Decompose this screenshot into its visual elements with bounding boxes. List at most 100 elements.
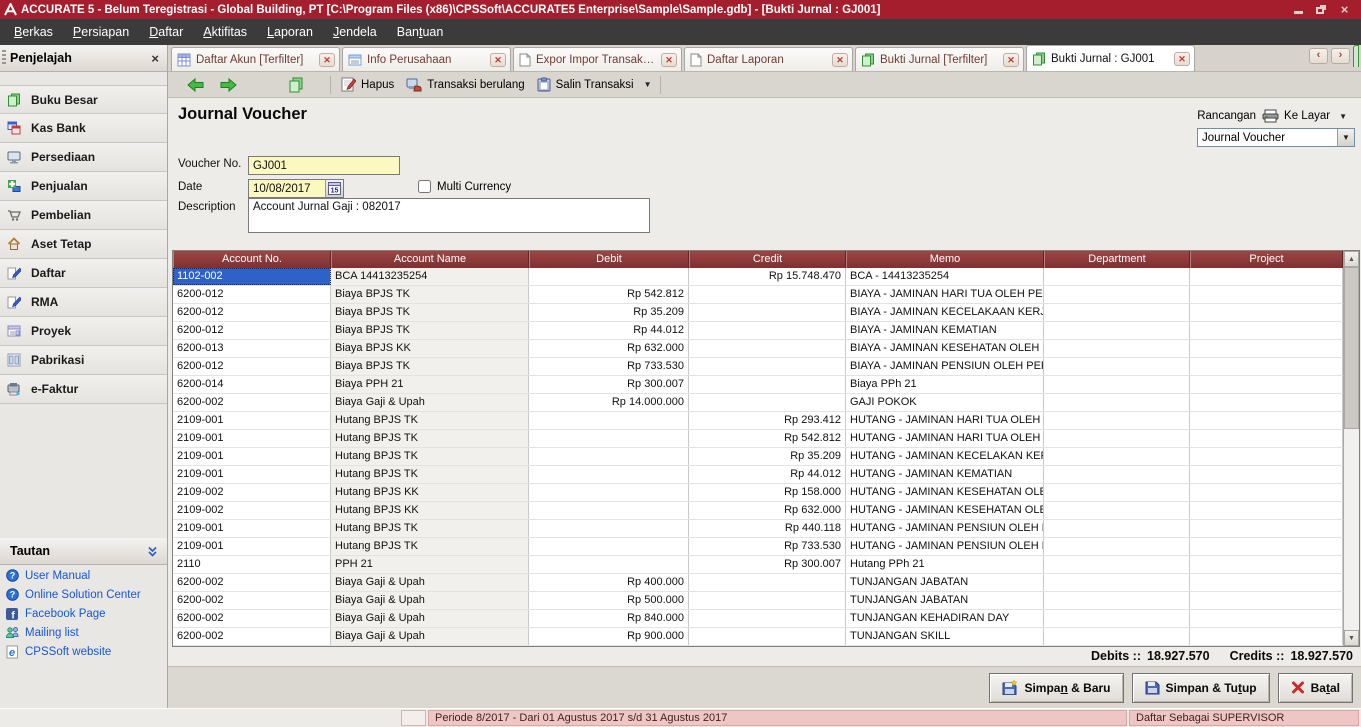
report-template-select[interactable]: Journal Voucher ▼ bbox=[1197, 128, 1355, 147]
cell-project[interactable] bbox=[1190, 502, 1343, 519]
cell-memo[interactable]: HUTANG - JAMINAN KESEHATAN OLEH bbox=[846, 484, 1044, 501]
cell-credit[interactable] bbox=[689, 376, 846, 393]
cell-project[interactable] bbox=[1190, 628, 1343, 645]
tab-bukti-jurnal-gj001[interactable]: Bukti Jurnal : GJ001✕ bbox=[1026, 45, 1195, 71]
cell-account-no[interactable]: 2109-002 bbox=[173, 484, 331, 501]
batal-button[interactable]: Batal bbox=[1278, 673, 1353, 703]
menu-item-persiapan[interactable]: Persiapan bbox=[63, 21, 139, 43]
scrollbar-thumb[interactable] bbox=[1344, 267, 1359, 429]
sidebar-item-rma[interactable]: RMA bbox=[0, 288, 167, 317]
cell-memo[interactable]: HUTANG - JAMINAN KEMATIAN bbox=[846, 466, 1044, 483]
sidebar-item-persediaan[interactable]: Persediaan bbox=[0, 143, 167, 172]
cell-account-name[interactable]: Biaya Gaji & Upah bbox=[331, 628, 529, 645]
cell-memo[interactable]: HUTANG - JAMINAN PENSIUN OLEH K bbox=[846, 520, 1044, 537]
cell-department[interactable] bbox=[1044, 502, 1190, 519]
cell-account-name[interactable]: PPH 21 bbox=[331, 556, 529, 573]
column-header-project[interactable]: Project bbox=[1190, 251, 1343, 268]
cell-account-name[interactable]: Biaya Gaji & Upah bbox=[331, 394, 529, 411]
cell-memo[interactable]: TUNJANGAN KEHADIRAN DAY bbox=[846, 610, 1044, 627]
cell-credit[interactable] bbox=[689, 358, 846, 375]
cell-account-name[interactable]: Biaya Gaji & Upah bbox=[331, 574, 529, 591]
close-button[interactable]: × bbox=[1338, 4, 1351, 15]
cell-account-name[interactable]: BCA 14413235254 bbox=[331, 268, 529, 285]
cell-credit[interactable]: Rp 44.012 bbox=[689, 466, 846, 483]
cell-department[interactable] bbox=[1044, 574, 1190, 591]
cell-account-no[interactable]: 1102-002 bbox=[173, 268, 331, 285]
copy-voucher-button[interactable] bbox=[282, 75, 310, 95]
print-target-dropdown-arrow[interactable]: ▼ bbox=[1335, 112, 1351, 121]
transaksi-berulang-button[interactable]: Transaksi berulang bbox=[400, 75, 530, 94]
cell-account-name[interactable]: Biaya BPJS KK bbox=[331, 340, 529, 357]
cell-account-no[interactable]: 6200-002 bbox=[173, 628, 331, 645]
column-header-department[interactable]: Department bbox=[1044, 251, 1190, 268]
cell-account-name[interactable]: Hutang BPJS TK bbox=[331, 430, 529, 447]
cell-department[interactable] bbox=[1044, 556, 1190, 573]
cell-department[interactable] bbox=[1044, 610, 1190, 627]
cell-debit[interactable] bbox=[529, 466, 689, 483]
cell-memo[interactable]: Hutang PPh 21 bbox=[846, 556, 1044, 573]
cell-project[interactable] bbox=[1190, 484, 1343, 501]
cell-debit[interactable]: Rp 14.000.000 bbox=[529, 394, 689, 411]
cell-account-no[interactable]: 2109-001 bbox=[173, 538, 331, 555]
cell-project[interactable] bbox=[1190, 592, 1343, 609]
cell-department[interactable] bbox=[1044, 394, 1190, 411]
cell-credit[interactable] bbox=[689, 340, 846, 357]
menu-item-daftar[interactable]: Daftar bbox=[139, 21, 193, 43]
cell-department[interactable] bbox=[1044, 322, 1190, 339]
cell-account-no[interactable]: 2109-001 bbox=[173, 412, 331, 429]
cell-project[interactable] bbox=[1190, 574, 1343, 591]
scroll-down-button[interactable]: ▼ bbox=[1344, 630, 1359, 646]
tab-scroll-right-button[interactable]: › bbox=[1331, 48, 1350, 64]
cell-memo[interactable]: BCA - 14413235254 bbox=[846, 268, 1044, 285]
cell-credit[interactable]: Rp 15.748.470 bbox=[689, 268, 846, 285]
cell-project[interactable] bbox=[1190, 466, 1343, 483]
cell-memo[interactable]: HUTANG - JAMINAN HARI TUA OLEH K bbox=[846, 412, 1044, 429]
cell-department[interactable] bbox=[1044, 376, 1190, 393]
column-header-memo[interactable]: Memo bbox=[846, 251, 1044, 268]
multi-currency-checkbox[interactable] bbox=[418, 180, 431, 193]
cell-department[interactable] bbox=[1044, 628, 1190, 645]
cell-account-name[interactable]: Biaya Gaji & Upah bbox=[331, 610, 529, 627]
cell-account-no[interactable]: 6200-014 bbox=[173, 376, 331, 393]
cell-project[interactable] bbox=[1190, 394, 1343, 411]
cell-memo[interactable]: GAJI POKOK bbox=[846, 394, 1044, 411]
cell-credit[interactable] bbox=[689, 610, 846, 627]
cell-department[interactable] bbox=[1044, 430, 1190, 447]
cell-project[interactable] bbox=[1190, 340, 1343, 357]
cell-credit[interactable]: Rp 632.000 bbox=[689, 502, 846, 519]
cell-credit[interactable]: Rp 542.812 bbox=[689, 430, 846, 447]
cell-credit[interactable] bbox=[689, 304, 846, 321]
sidebar-item-proyek[interactable]: Proyek bbox=[0, 317, 167, 346]
tab-close-icon[interactable]: ✕ bbox=[661, 53, 677, 67]
cell-memo[interactable]: BIAYA - JAMINAN KECELAKAAN KERJA bbox=[846, 304, 1044, 321]
cell-memo[interactable]: BIAYA - JAMINAN HARI TUA OLEH PER bbox=[846, 286, 1044, 303]
sidebar-item-e-faktur[interactable]: e-Faktur bbox=[0, 375, 167, 404]
menu-item-jendela[interactable]: Jendela bbox=[323, 21, 387, 43]
tab-close-icon[interactable]: ✕ bbox=[490, 53, 506, 67]
cell-debit[interactable]: Rp 632.000 bbox=[529, 340, 689, 357]
cell-account-no[interactable]: 6200-002 bbox=[173, 610, 331, 627]
tab-bukti-jurnal-terfilter[interactable]: Bukti Jurnal [Terfilter]✕ bbox=[855, 47, 1024, 71]
tab-scroll-left-button[interactable]: ‹ bbox=[1309, 48, 1328, 64]
print-target-button[interactable]: Ke Layar ▼ bbox=[1262, 109, 1351, 123]
cell-project[interactable] bbox=[1190, 322, 1343, 339]
cell-credit[interactable]: Rp 35.209 bbox=[689, 448, 846, 465]
column-header-account-no[interactable]: Account No. bbox=[173, 251, 331, 268]
cell-account-no[interactable]: 6200-012 bbox=[173, 304, 331, 321]
cell-debit[interactable]: Rp 840.000 bbox=[529, 610, 689, 627]
tab-daftar-akun-terfilter[interactable]: Daftar Akun [Terfilter]✕ bbox=[171, 47, 340, 71]
back-button[interactable] bbox=[180, 76, 212, 94]
cell-account-name[interactable]: Hutang BPJS TK bbox=[331, 520, 529, 537]
cell-department[interactable] bbox=[1044, 538, 1190, 555]
cell-account-no[interactable]: 6200-013 bbox=[173, 340, 331, 357]
collapse-tautan-button[interactable] bbox=[146, 545, 159, 558]
cell-memo[interactable]: TUNJANGAN SKILL bbox=[846, 628, 1044, 645]
cell-debit[interactable] bbox=[529, 556, 689, 573]
forward-button[interactable] bbox=[212, 76, 244, 94]
voucher-no-input[interactable] bbox=[248, 156, 400, 175]
cell-department[interactable] bbox=[1044, 286, 1190, 303]
date-input[interactable] bbox=[248, 179, 326, 198]
cell-memo[interactable]: HUTANG - JAMINAN KECELAKAN KER. bbox=[846, 448, 1044, 465]
cell-project[interactable] bbox=[1190, 412, 1343, 429]
cell-memo[interactable]: HUTANG - JAMINAN KESEHATAN OLEH bbox=[846, 502, 1044, 519]
